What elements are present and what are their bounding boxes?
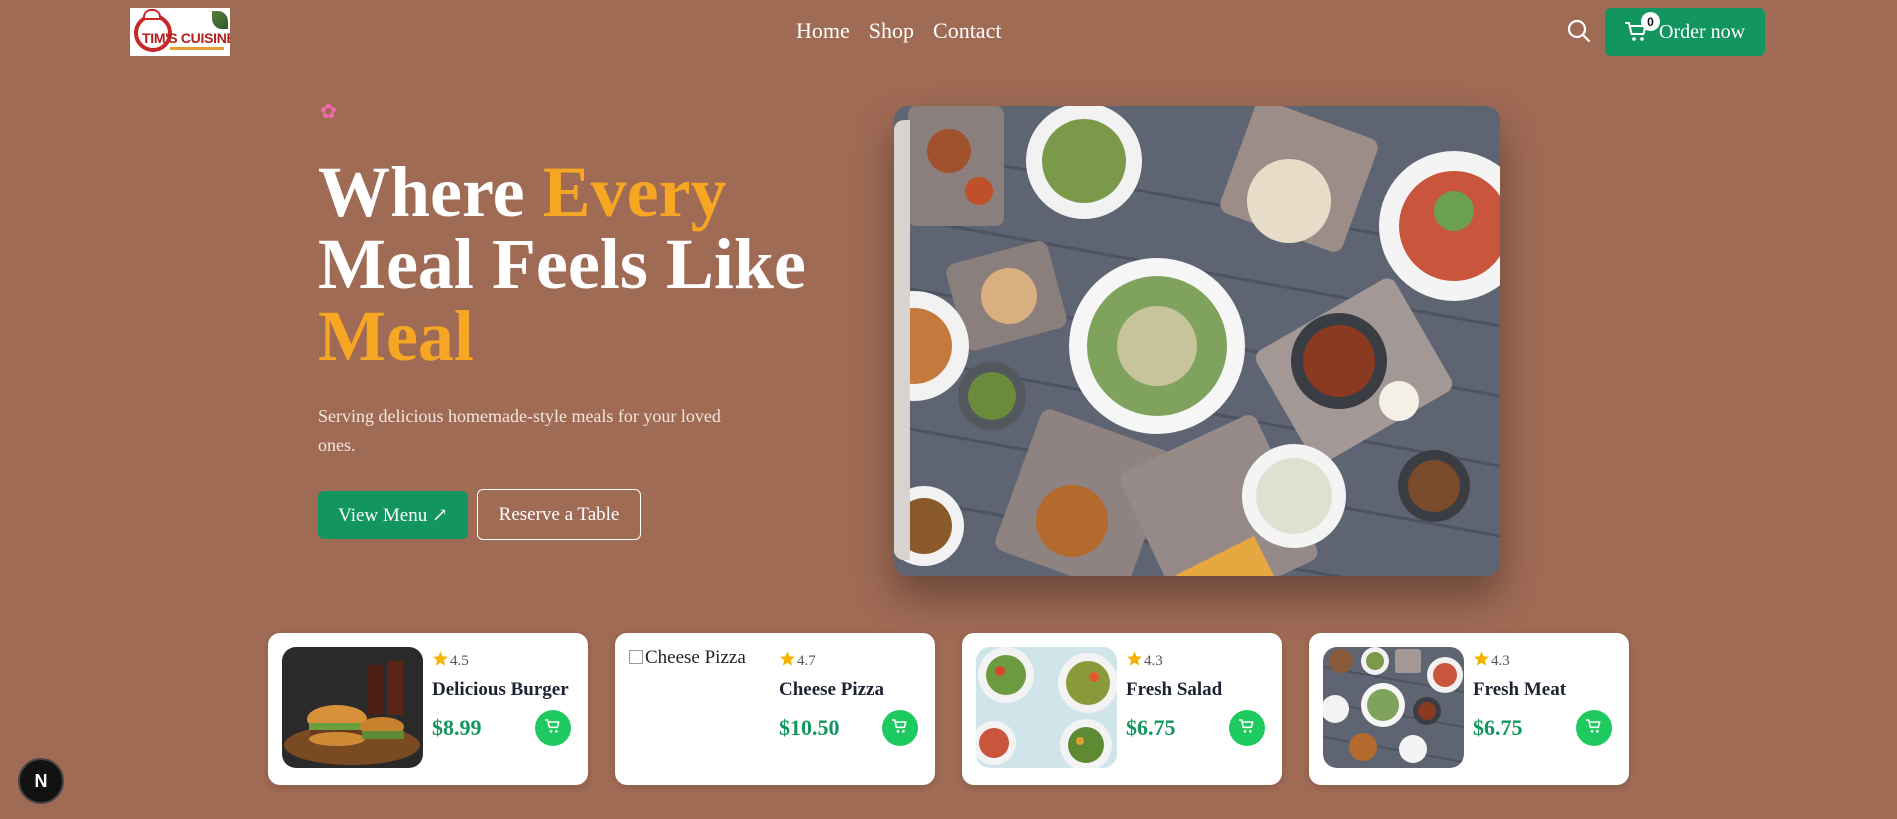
cart-icon: 0 [1625,12,1660,44]
product-card[interactable]: 4.5 Delicious Burger $8.99 [268,633,588,785]
product-name: Fresh Salad [1126,679,1223,700]
hero-title: Where Every Meal Feels Like Meal [318,156,878,372]
hero-title-part1: Where [318,152,543,232]
logo-tagline-bar [170,47,224,50]
reserve-table-button[interactable]: Reserve a Table [477,489,641,540]
product-image-broken: Cheese Pizza [629,647,770,768]
food-table-illustration [894,106,1500,576]
product-price: $6.75 [1126,715,1176,740]
leaf-icon [212,11,228,29]
add-to-cart-button[interactable] [1576,710,1612,746]
hero-title-part2: Meal Feels Like [318,224,806,304]
search-icon[interactable] [1566,18,1592,44]
image-alt-text: Cheese Pizza [645,647,746,668]
cart-icon [891,718,908,739]
add-to-cart-button[interactable] [535,710,571,746]
order-now-button[interactable]: 0 Order now [1605,8,1765,56]
star-icon [1473,650,1490,672]
rating-value: 4.7 [797,652,816,669]
add-to-cart-button[interactable] [1229,710,1265,746]
image-edge-tab [894,120,910,560]
hero-food-image [894,106,1500,576]
product-card[interactable]: Cheese Pizza 4.7 Cheese Pizza $10.50 [615,633,935,785]
hero-title-accent1: Every [542,152,727,232]
nav-home[interactable]: Home [796,18,850,44]
rating-value: 4.5 [450,652,469,669]
flower-icon: ✿ [320,101,337,123]
cart-icon [544,718,561,739]
brand-logo[interactable]: TIM'S CUISINE [130,8,230,56]
product-card[interactable]: 4.3 Fresh Meat $6.75 [1309,633,1629,785]
product-price: $8.99 [432,715,482,740]
product-card[interactable]: 4.3 Fresh Salad $6.75 [962,633,1282,785]
order-now-label: Order now [1659,20,1746,43]
product-image-meat [1323,647,1464,768]
star-icon [779,650,796,672]
hero-subtitle: Serving delicious homemade-style meals f… [318,406,721,455]
view-menu-button[interactable]: View Menu ↗ [318,491,468,539]
product-image-burger [282,647,423,768]
nav-contact[interactable]: Contact [933,18,1001,44]
cart-icon [1585,718,1602,739]
cart-count-badge: 0 [1641,12,1660,31]
product-rating: 4.3 [1126,650,1163,672]
star-icon [432,650,449,672]
rating-value: 4.3 [1144,652,1163,669]
product-rating: 4.7 [779,650,816,672]
product-rating: 4.3 [1473,650,1510,672]
broken-image-icon [629,650,643,664]
product-name: Fresh Meat [1473,679,1567,700]
product-rating: 4.5 [432,650,469,672]
star-icon [1126,650,1143,672]
hero-title-accent2: Meal [318,296,474,376]
dev-tools-badge[interactable]: N [18,758,64,804]
product-name: Delicious Burger [432,679,569,700]
logo-text: TIM'S CUISINE [142,30,230,46]
chef-hat-icon [143,9,161,20]
rating-value: 4.3 [1491,652,1510,669]
nav-shop[interactable]: Shop [869,18,914,44]
product-name: Cheese Pizza [779,679,884,700]
product-image-salad [976,647,1117,768]
add-to-cart-button[interactable] [882,710,918,746]
main-nav: Home Shop Contact [796,18,1001,44]
product-price: $10.50 [779,715,840,740]
cart-icon [1238,718,1255,739]
product-price: $6.75 [1473,715,1523,740]
